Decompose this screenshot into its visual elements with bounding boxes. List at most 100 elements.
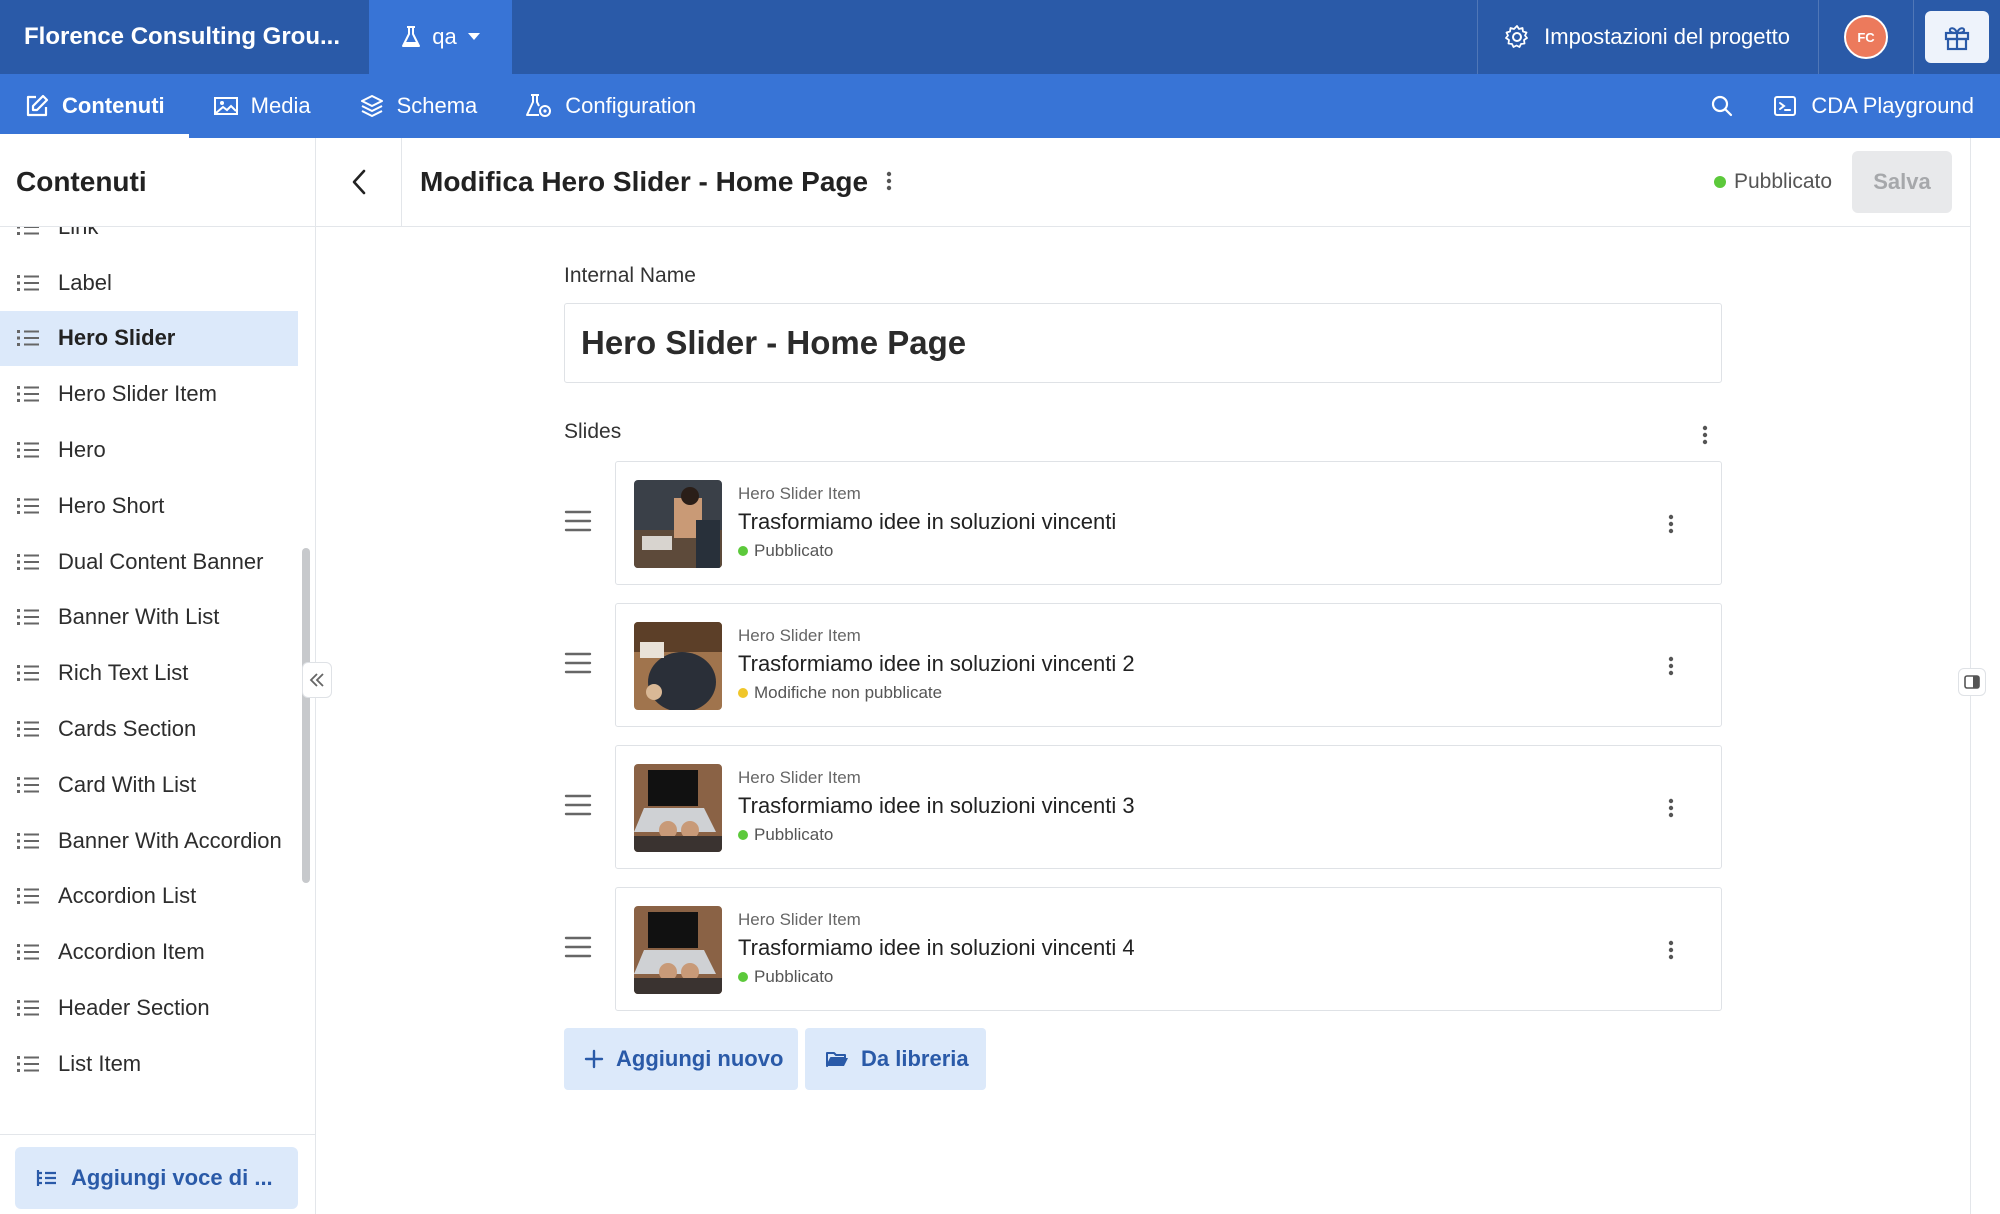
slide-status-label: Pubblicato bbox=[754, 825, 834, 844]
slide-content-type: Hero Slider Item bbox=[738, 910, 861, 929]
sidebar-item[interactable]: Cards Section bbox=[0, 701, 298, 757]
tab-configuration[interactable]: Configuration bbox=[501, 74, 720, 138]
slide-thumbnail bbox=[634, 480, 722, 568]
collapse-sidebar-button[interactable] bbox=[302, 662, 332, 698]
slide-title: Trasformiamo idee in soluzioni vincenti … bbox=[738, 793, 1135, 818]
sidebar-item[interactable]: Hero bbox=[0, 422, 298, 478]
sidebar-item[interactable]: Accordion List bbox=[0, 869, 298, 925]
sidebar-item[interactable]: Label bbox=[0, 255, 298, 311]
status-badge: Pubblicato bbox=[1714, 138, 1832, 226]
sidebar-item-label: Label bbox=[58, 269, 112, 295]
slide-status: Pubblicato bbox=[738, 967, 833, 987]
sidebar-item[interactable]: Header Section bbox=[0, 980, 298, 1036]
tab-media[interactable]: Media bbox=[189, 74, 335, 138]
kebab-menu-icon bbox=[1702, 425, 1708, 445]
slide-content-type: Hero Slider Item bbox=[738, 484, 861, 503]
double-chevron-left-icon bbox=[309, 673, 324, 687]
sidebar-item[interactable]: Banner With List bbox=[0, 590, 298, 646]
sidebar-item[interactable]: Accordion Item bbox=[0, 924, 298, 980]
avatar[interactable]: FC bbox=[1844, 15, 1888, 59]
status-dot bbox=[738, 972, 748, 982]
list-icon bbox=[17, 944, 39, 961]
environment-label: qa bbox=[432, 24, 457, 49]
sidebar-item[interactable]: List Item bbox=[0, 1036, 298, 1073]
slide-options-button[interactable] bbox=[1656, 793, 1686, 823]
sidebar-item[interactable]: Card With List bbox=[0, 757, 298, 813]
add-entry-label: Aggiungi voce di ... bbox=[71, 1165, 273, 1190]
slide-content-type: Hero Slider Item bbox=[738, 626, 861, 645]
slide-options-button[interactable] bbox=[1656, 935, 1686, 965]
status-dot bbox=[1714, 176, 1726, 188]
back-button[interactable] bbox=[316, 138, 402, 226]
list-icon bbox=[17, 609, 39, 626]
slide-title: Trasformiamo idee in soluzioni vincenti … bbox=[738, 935, 1135, 960]
sidebar-footer: Aggiungi voce di ... bbox=[0, 1134, 316, 1214]
search-button[interactable] bbox=[1687, 74, 1757, 138]
cda-playground-link[interactable]: CDA Playground bbox=[1757, 74, 2000, 138]
slide-card[interactable]: Hero Slider Item Trasformiamo idee in sol… bbox=[615, 603, 1722, 727]
terminal-icon bbox=[1774, 96, 1797, 116]
gear-icon bbox=[1505, 25, 1529, 48]
slide-row: Hero Slider Item Trasformiamo idee in sol… bbox=[564, 745, 1722, 869]
sidebar-item[interactable]: Banner With Accordion bbox=[0, 813, 298, 869]
drag-handle[interactable] bbox=[564, 793, 592, 817]
slide-card[interactable]: Hero Slider Item Trasformiamo idee in sol… bbox=[615, 887, 1722, 1011]
drag-handle[interactable] bbox=[564, 935, 592, 959]
sidebar-item-label: Cards Section bbox=[58, 716, 197, 742]
slide-options-button[interactable] bbox=[1656, 651, 1686, 681]
chevron-left-icon bbox=[352, 169, 365, 195]
add-entry-button[interactable]: Aggiungi voce di ... bbox=[15, 1147, 298, 1209]
user-menu[interactable]: FC bbox=[1818, 0, 1913, 74]
drag-handle-icon bbox=[564, 510, 592, 532]
sidebar-item-label: Accordion Item bbox=[58, 939, 205, 965]
sidebar-item[interactable]: Rich Text List bbox=[0, 645, 298, 701]
slide-card[interactable]: Hero Slider Item Trasformiamo idee in sol… bbox=[615, 745, 1722, 869]
slide-status-label: Pubblicato bbox=[754, 967, 834, 986]
content-types-sidebar: Contenuti Link Label Hero Slider Hero Slide… bbox=[0, 138, 316, 1214]
plus-icon bbox=[584, 1049, 604, 1069]
slide-card[interactable]: Hero Slider Item Trasformiamo idee in sol… bbox=[615, 461, 1722, 585]
slide-status-label: Modifiche non pubblicate bbox=[754, 683, 943, 702]
chevron-down-icon bbox=[467, 33, 480, 40]
page-title: Modifica Hero Slider - Home Page bbox=[420, 166, 869, 197]
organization-name[interactable]: Florence Consulting Grou... bbox=[0, 0, 369, 74]
add-new-button[interactable]: Aggiungi nuovo bbox=[564, 1028, 798, 1090]
sidebar-item[interactable]: Dual Content Banner bbox=[0, 534, 298, 590]
from-library-button[interactable]: Da libreria bbox=[805, 1028, 986, 1090]
drag-handle[interactable] bbox=[564, 651, 592, 675]
toggle-right-panel-button[interactable] bbox=[1958, 668, 1986, 696]
drag-handle-icon bbox=[564, 936, 592, 958]
tab-label: Configuration bbox=[565, 93, 697, 118]
slides-label: Slides bbox=[564, 420, 622, 443]
sidebar-item-label: Banner With List bbox=[58, 604, 220, 630]
slide-row: Hero Slider Item Trasformiamo idee in sol… bbox=[564, 603, 1722, 727]
status-dot bbox=[738, 546, 748, 556]
sidebar-scrollbar[interactable] bbox=[302, 548, 310, 883]
internal-name-field[interactable]: Hero Slider - Home Page bbox=[564, 303, 1722, 383]
list-icon bbox=[17, 665, 39, 682]
gift-button[interactable] bbox=[1925, 11, 1989, 63]
search-icon bbox=[1712, 95, 1733, 117]
drag-handle[interactable] bbox=[564, 509, 592, 533]
folder-open-icon bbox=[826, 1052, 848, 1067]
list-add-icon bbox=[36, 1170, 56, 1186]
sidebar-item[interactable]: Hero Slider Item bbox=[0, 366, 298, 422]
sidebar-item[interactable]: Hero Slider bbox=[0, 310, 298, 367]
tab-contenuti[interactable]: Contenuti bbox=[0, 74, 189, 138]
slides-options-button[interactable] bbox=[1690, 420, 1720, 450]
environment-selector[interactable]: qa bbox=[369, 0, 512, 74]
tab-schema[interactable]: Schema bbox=[335, 74, 502, 138]
save-button[interactable]: Salva bbox=[1852, 151, 1952, 213]
tab-label: Media bbox=[250, 93, 311, 118]
project-settings-button[interactable]: Impostazioni del progetto bbox=[1477, 0, 1818, 74]
entry-options-button[interactable] bbox=[874, 166, 904, 196]
flask-icon bbox=[402, 26, 421, 47]
slide-content-type: Hero Slider Item bbox=[738, 768, 861, 787]
list-icon bbox=[17, 497, 39, 514]
sidebar-item-label: Header Section bbox=[58, 995, 210, 1021]
drag-handle-icon bbox=[564, 794, 592, 816]
sidebar-item[interactable]: Hero Short bbox=[0, 478, 298, 534]
tab-label: Contenuti bbox=[62, 93, 165, 118]
sidebar-item[interactable]: Link bbox=[0, 227, 298, 255]
slide-options-button[interactable] bbox=[1656, 509, 1686, 539]
